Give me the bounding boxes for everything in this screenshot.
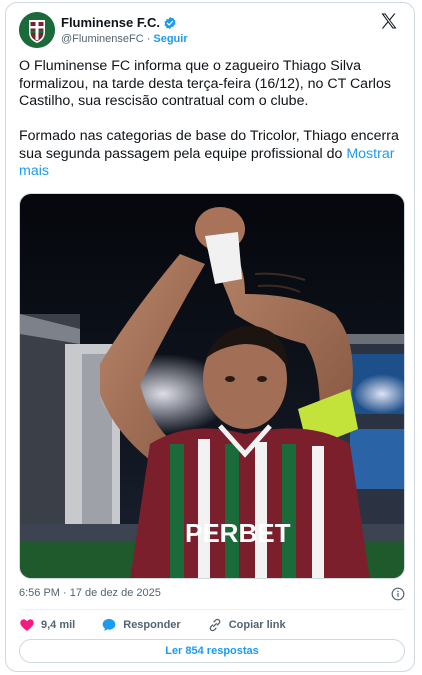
copy-link-button[interactable]: Copiar link xyxy=(207,617,286,633)
tweet-card: Fluminense F.C. @FluminenseFC · Seguir O xyxy=(5,2,415,672)
heart-icon xyxy=(20,619,34,631)
read-replies-button[interactable]: Ler 854 respostas xyxy=(19,639,405,663)
handle[interactable]: @FluminenseFC xyxy=(61,33,144,45)
tweet-text: O Fluminense FC informa que o zagueiro T… xyxy=(19,58,405,181)
tweet-paragraph-2-text: Formado nas categorias de base do Tricol… xyxy=(19,128,399,162)
read-replies-label: Ler 854 respostas xyxy=(165,645,259,657)
x-logo-icon[interactable] xyxy=(379,11,399,31)
info-icon[interactable] xyxy=(391,587,405,601)
tweet-paragraph-1: O Fluminense FC informa que o zagueiro T… xyxy=(19,58,391,109)
link-icon xyxy=(209,618,221,632)
tweet-photo[interactable]: PERBET xyxy=(19,193,405,579)
copy-link-label: Copiar link xyxy=(228,619,286,631)
tweet-paragraph-2: Formado nas categorias de base do Tricol… xyxy=(19,128,405,181)
club-crest-icon xyxy=(19,12,55,48)
avatar[interactable] xyxy=(19,12,55,48)
follow-button[interactable]: Seguir xyxy=(153,33,187,45)
player-photo: PERBET xyxy=(20,194,404,578)
jersey-sponsor: PERBET xyxy=(185,518,291,548)
reply-button[interactable]: Responder xyxy=(101,617,181,633)
verified-badge-icon xyxy=(163,16,177,30)
separator: · xyxy=(146,33,151,45)
tweet-header: Fluminense F.C. @FluminenseFC · Seguir xyxy=(19,11,402,51)
tweet-actions: 9,4 mil Responder Copiar link xyxy=(19,617,312,633)
timestamp[interactable]: 6:56 PM · 17 de dez de 2025 xyxy=(19,587,161,599)
like-count: 9,4 mil xyxy=(41,619,76,631)
divider xyxy=(19,609,405,610)
like-button[interactable]: 9,4 mil xyxy=(19,617,75,633)
display-name[interactable]: Fluminense F.C. xyxy=(61,15,160,30)
reply-label: Responder xyxy=(123,619,181,631)
tweet-meta: 6:56 PM · 17 de dez de 2025 xyxy=(19,587,405,603)
account-names: Fluminense F.C. @FluminenseFC · Seguir xyxy=(61,14,188,45)
reply-icon xyxy=(102,619,116,631)
